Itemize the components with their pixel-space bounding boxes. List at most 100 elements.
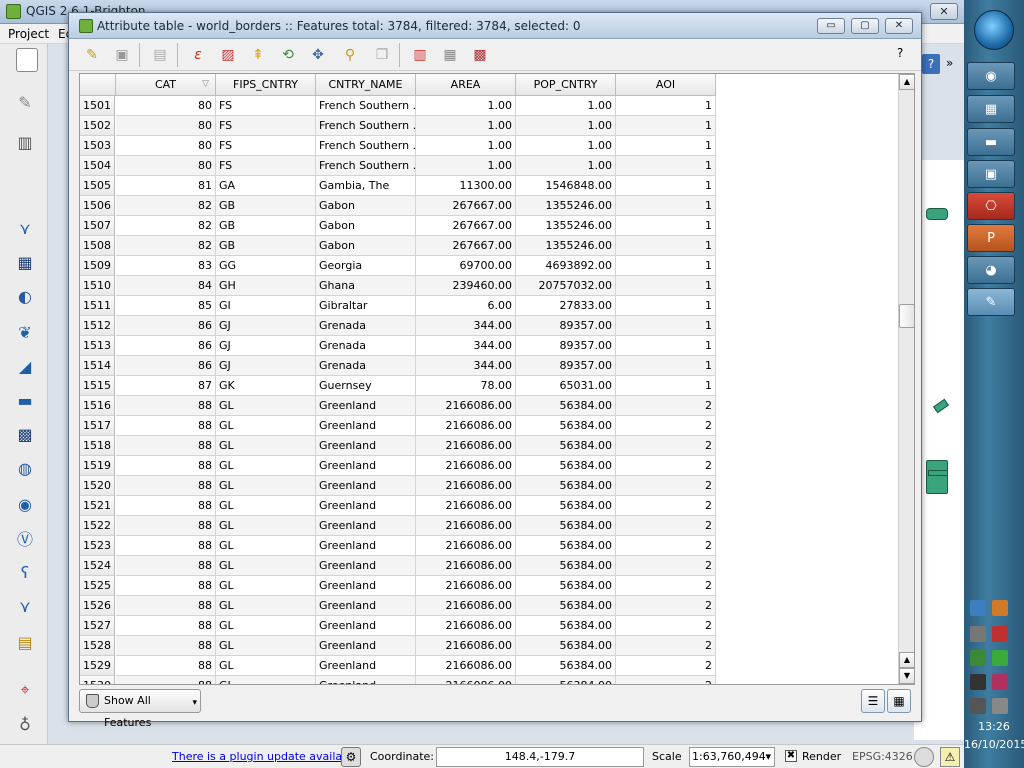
cell-cat[interactable]: 88 — [116, 676, 216, 684]
cell-area[interactable]: 2166086.00 — [416, 556, 516, 576]
table-view-icon[interactable]: ▦ — [887, 689, 911, 713]
cell-pop-cntry[interactable]: 1355246.00 — [516, 196, 616, 216]
cell-aoi[interactable]: 2 — [616, 456, 716, 476]
cell-area[interactable]: 267667.00 — [416, 196, 516, 216]
table-row[interactable]: 1508 82 GB Gabon 267667.00 1355246.00 1 — [80, 236, 902, 256]
table-row[interactable]: 1512 86 GJ Grenada 344.00 89357.00 1 — [80, 316, 902, 336]
tray-app-icon[interactable] — [992, 674, 1008, 690]
row-header[interactable]: 1511 — [80, 296, 115, 316]
cell-area[interactable]: 2166086.00 — [416, 616, 516, 636]
cell-fips-cntry[interactable]: GL — [216, 636, 316, 656]
cell-aoi[interactable]: 2 — [616, 656, 716, 676]
row-header[interactable]: 1528 — [80, 636, 115, 656]
add-delimited-text-icon[interactable]: Ⓥ — [12, 526, 38, 550]
cell-cat[interactable]: 88 — [116, 496, 216, 516]
cell-fips-cntry[interactable]: GL — [216, 396, 316, 416]
tray-sync-icon[interactable] — [970, 650, 986, 666]
cell-pop-cntry[interactable]: 1.00 — [516, 96, 616, 116]
cell-fips-cntry[interactable]: GB — [216, 196, 316, 216]
cell-aoi[interactable]: 2 — [616, 476, 716, 496]
cell-area[interactable]: 2166086.00 — [416, 536, 516, 556]
copy-rows-icon[interactable]: ❐ — [371, 44, 393, 66]
move-selection-top-icon[interactable]: ⇞ — [247, 44, 269, 66]
taskbar-explorer-icon[interactable]: ▬ — [967, 128, 1015, 156]
clock-date[interactable]: 16/10/2015 — [964, 738, 1024, 751]
cell-aoi[interactable]: 1 — [616, 316, 716, 336]
cell-cntry-name[interactable]: Greenland — [316, 436, 416, 456]
cell-fips-cntry[interactable]: GL — [216, 596, 316, 616]
cell-aoi[interactable]: 1 — [616, 176, 716, 196]
digitize-pencil-icon[interactable]: ✎ — [12, 90, 38, 114]
scale-combobox[interactable]: 1:63,760,494 ▾ — [689, 747, 775, 767]
cell-area[interactable]: 1.00 — [416, 136, 516, 156]
cell-fips-cntry[interactable]: GL — [216, 616, 316, 636]
cell-cntry-name[interactable]: Greenland — [316, 676, 416, 684]
cell-cntry-name[interactable]: Greenland — [316, 556, 416, 576]
cell-cat[interactable]: 84 — [116, 276, 216, 296]
cell-cntry-name[interactable]: Gibraltar — [316, 296, 416, 316]
row-header[interactable]: 1509 — [80, 256, 115, 276]
add-virtual-layer-icon[interactable]: ʕ — [12, 560, 38, 584]
row-header[interactable]: 1504 — [80, 156, 115, 176]
cell-area[interactable]: 2166086.00 — [416, 596, 516, 616]
cell-cat[interactable]: 82 — [116, 236, 216, 256]
cell-cntry-name[interactable]: French Southern ... — [316, 156, 416, 176]
cell-cntry-name[interactable]: Grenada — [316, 316, 416, 336]
cell-fips-cntry[interactable]: FS — [216, 96, 316, 116]
close-button[interactable]: ✕ — [885, 18, 913, 34]
cell-cntry-name[interactable]: Grenada — [316, 336, 416, 356]
row-header[interactable]: 1523 — [80, 536, 115, 556]
cell-pop-cntry[interactable]: 56384.00 — [516, 636, 616, 656]
cell-fips-cntry[interactable]: GB — [216, 216, 316, 236]
scroll-up-button-lower[interactable]: ▲ — [899, 652, 914, 668]
row-header[interactable]: 1527 — [80, 616, 115, 636]
coordinate-field[interactable]: 148.4,-179.7 — [436, 747, 644, 767]
render-checkbox[interactable]: ✖ — [785, 750, 797, 762]
cell-cntry-name[interactable]: Greenland — [316, 616, 416, 636]
cell-pop-cntry[interactable]: 56384.00 — [516, 616, 616, 636]
cell-cat[interactable]: 80 — [116, 156, 216, 176]
cell-cat[interactable]: 86 — [116, 316, 216, 336]
row-header[interactable]: 1518 — [80, 436, 115, 456]
taskbar-terminal-icon[interactable]: ▣ — [967, 160, 1015, 188]
cell-cat[interactable]: 83 — [116, 256, 216, 276]
add-vector-layer-icon[interactable]: ⋎ — [12, 216, 38, 240]
cell-pop-cntry[interactable]: 56384.00 — [516, 596, 616, 616]
cell-cat[interactable]: 82 — [116, 196, 216, 216]
row-header[interactable]: 1501 — [80, 96, 115, 116]
cell-aoi[interactable]: 1 — [616, 196, 716, 216]
attribute-table[interactable]: CAT ▽ FIPS_CNTRY CNTRY_NAME AREA POP_CNT… — [79, 73, 915, 685]
cell-aoi[interactable]: 1 — [616, 376, 716, 396]
cell-aoi[interactable]: 2 — [616, 396, 716, 416]
column-header-cntry-name[interactable]: CNTRY_NAME — [316, 74, 416, 96]
cell-fips-cntry[interactable]: GJ — [216, 336, 316, 356]
cell-area[interactable]: 11300.00 — [416, 176, 516, 196]
plugin-bar-icon[interactable]: ▥ — [12, 130, 38, 154]
cell-cntry-name[interactable]: Gabon — [316, 236, 416, 256]
cell-area[interactable]: 2166086.00 — [416, 636, 516, 656]
row-header[interactable]: 1515 — [80, 376, 115, 396]
cell-cat[interactable]: 81 — [116, 176, 216, 196]
tray-printer-icon[interactable] — [970, 626, 986, 642]
cell-cat[interactable]: 88 — [116, 576, 216, 596]
table-row[interactable]: 1524 88 GL Greenland 2166086.00 56384.00 2 — [80, 556, 902, 576]
minimize-button[interactable]: ▭ — [817, 18, 845, 34]
table-row[interactable]: 1522 88 GL Greenland 2166086.00 56384.00 2 — [80, 516, 902, 536]
cell-aoi[interactable]: 1 — [616, 236, 716, 256]
delete-selected-icon[interactable]: ▤ — [149, 44, 171, 66]
coordinate-capture-icon[interactable]: ⌖ — [12, 678, 38, 702]
cell-fips-cntry[interactable]: GL — [216, 536, 316, 556]
cell-cntry-name[interactable]: Greenland — [316, 456, 416, 476]
cell-aoi[interactable]: 1 — [616, 256, 716, 276]
cell-aoi[interactable]: 1 — [616, 276, 716, 296]
cell-pop-cntry[interactable]: 56384.00 — [516, 536, 616, 556]
cell-cat[interactable]: 88 — [116, 476, 216, 496]
cell-area[interactable]: 2166086.00 — [416, 416, 516, 436]
taskbar-chrome-icon[interactable]: ◉ — [967, 62, 1015, 90]
add-mssql-layer-icon[interactable]: ◢ — [12, 354, 38, 378]
cell-area[interactable]: 1.00 — [416, 96, 516, 116]
row-header[interactable]: 1525 — [80, 576, 115, 596]
add-spatialite-layer-icon[interactable]: ❦ — [12, 320, 38, 344]
cell-cntry-name[interactable]: Gambia, The — [316, 176, 416, 196]
cell-aoi[interactable]: 2 — [616, 576, 716, 596]
